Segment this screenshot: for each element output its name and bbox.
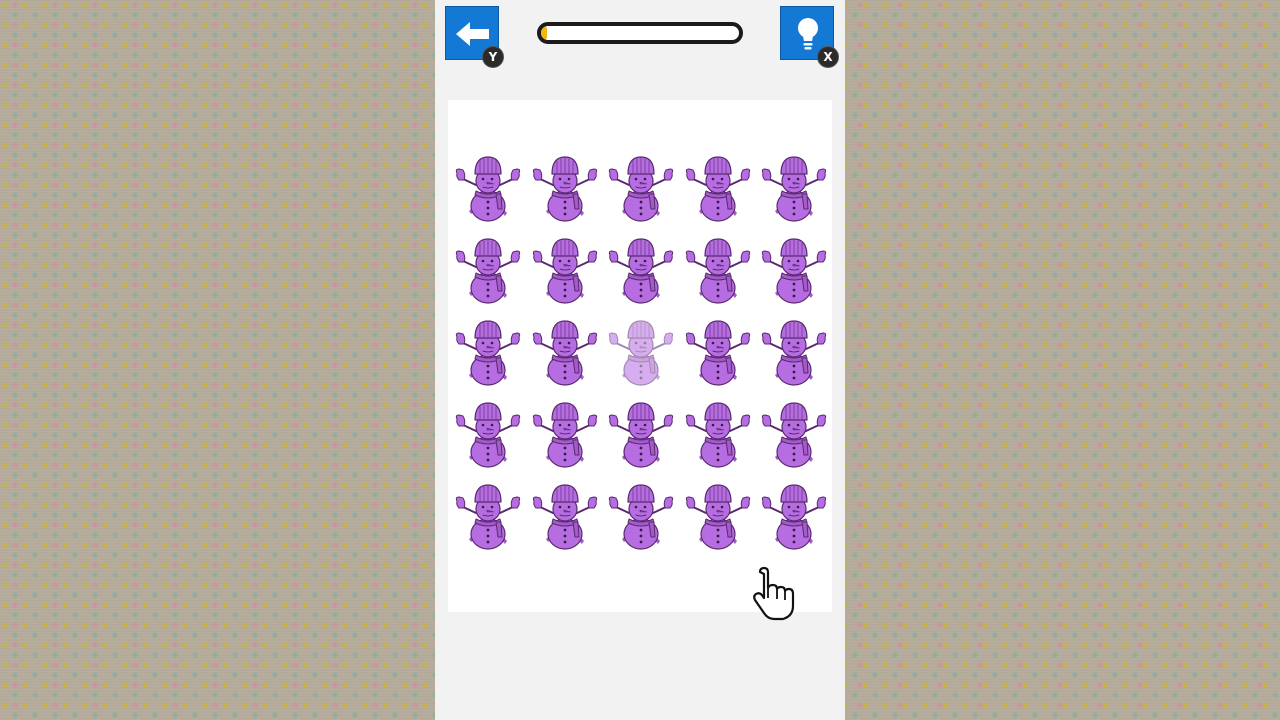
snowman-icon <box>531 238 598 304</box>
snowman-tile[interactable] <box>451 397 525 469</box>
snowman-tile[interactable] <box>681 233 755 305</box>
snowman-tile[interactable] <box>681 397 755 469</box>
snowman-icon <box>761 156 827 222</box>
snowman-tile[interactable] <box>681 315 755 387</box>
snowman-tile[interactable] <box>681 479 755 551</box>
snowman-icon <box>531 320 598 386</box>
snowman-tile[interactable] <box>757 233 831 305</box>
snowman-tile[interactable] <box>604 151 678 223</box>
snowman-tile[interactable] <box>604 479 678 551</box>
game-screen: Y X <box>435 0 845 720</box>
snowman-icon <box>455 484 521 550</box>
snowman-tile[interactable] <box>451 315 525 387</box>
snowman-tile[interactable] <box>604 397 678 469</box>
snowman-icon <box>684 402 751 468</box>
progress-bar <box>537 22 743 44</box>
snowman-tile[interactable] <box>528 479 602 551</box>
snowman-icon <box>455 402 521 468</box>
background-pattern-left <box>0 0 435 720</box>
snowman-icon <box>608 238 674 304</box>
snowman-icon <box>684 484 751 550</box>
snowman-icon <box>455 238 521 304</box>
snowman-tile[interactable] <box>528 397 602 469</box>
snowman-tile[interactable] <box>528 233 602 305</box>
snowman-tile[interactable] <box>604 233 678 305</box>
snowman-icon <box>761 320 827 386</box>
snowman-icon <box>455 320 521 386</box>
snowman-icon <box>761 484 827 550</box>
snowman-icon <box>531 484 598 550</box>
snowman-tile[interactable] <box>528 151 602 223</box>
snowman-icon <box>531 156 598 222</box>
snowman-tile[interactable] <box>681 151 755 223</box>
snowman-odd-one[interactable] <box>604 315 678 387</box>
snowman-icon <box>761 238 827 304</box>
background-pattern-right <box>845 0 1280 720</box>
snowman-tile[interactable] <box>528 315 602 387</box>
snowman-icon <box>608 402 674 468</box>
snowman-icon <box>684 238 751 304</box>
snowman-tile[interactable] <box>451 233 525 305</box>
puzzle-board <box>448 100 832 612</box>
snowman-icon <box>531 402 598 468</box>
snowman-icon <box>608 484 674 550</box>
controller-y-badge: Y <box>482 46 504 68</box>
snowman-icon <box>684 320 751 386</box>
snowman-tile[interactable] <box>757 151 831 223</box>
snowman-tile[interactable] <box>451 151 525 223</box>
snowman-tile[interactable] <box>757 315 831 387</box>
snowman-tile[interactable] <box>757 479 831 551</box>
snowman-tile[interactable] <box>451 479 525 551</box>
snowman-icon <box>608 320 674 386</box>
snowman-icon <box>684 156 751 222</box>
snowman-icon <box>455 156 521 222</box>
controller-x-badge: X <box>817 46 839 68</box>
snowman-icon <box>608 156 674 222</box>
snowman-icon <box>761 402 827 468</box>
snowman-tile[interactable] <box>757 397 831 469</box>
progress-bar-fill <box>541 26 547 40</box>
